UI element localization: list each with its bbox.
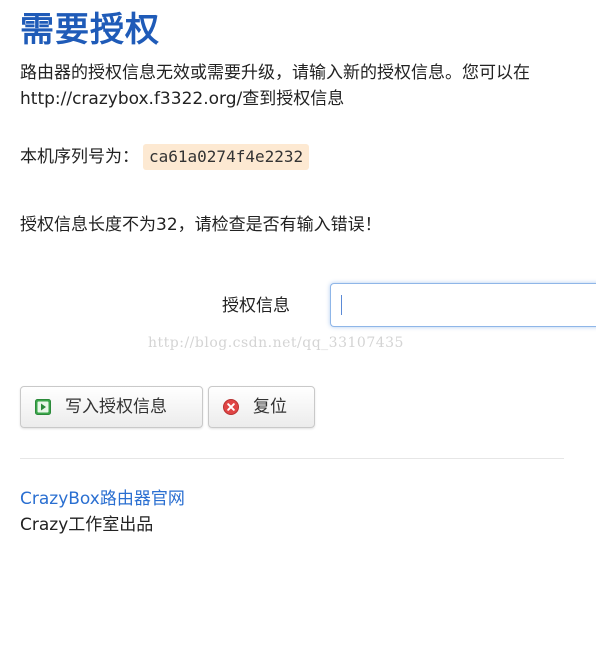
close-circle-icon: [223, 399, 239, 415]
serial-label: 本机序列号为：: [20, 147, 139, 167]
reset-button[interactable]: 复位: [208, 386, 315, 428]
submit-auth-button[interactable]: 写入授权信息: [20, 386, 203, 428]
reset-label: 复位: [253, 397, 287, 417]
auth-field-label: 授权信息: [222, 296, 290, 316]
official-site-link[interactable]: CrazyBox路由器官网: [20, 486, 185, 512]
divider: [20, 458, 564, 459]
submit-auth-label: 写入授权信息: [65, 397, 167, 417]
serial-number: ca61a0274f4e2232: [143, 144, 310, 170]
studio-credit: Crazy工作室出品: [20, 515, 154, 535]
text-caret: [341, 295, 342, 315]
auth-form-row: 授权信息: [0, 283, 596, 329]
auth-page: 需要授权 路由器的授权信息无效或需要升级，请输入新的授权信息。您可以在http:…: [0, 0, 596, 667]
auth-input[interactable]: [330, 283, 596, 327]
serial-line: 本机序列号为： ca61a0274f4e2232: [20, 144, 310, 170]
watermark: http://blog.csdn.net/qq_33107435: [148, 335, 404, 351]
error-message: 授权信息长度不为32，请检查是否有输入错误！: [20, 215, 382, 235]
auth-description: 路由器的授权信息无效或需要升级，请输入新的授权信息。您可以在http://cra…: [20, 63, 530, 109]
page-title: 需要授权: [20, 10, 160, 50]
play-icon: [35, 399, 51, 415]
